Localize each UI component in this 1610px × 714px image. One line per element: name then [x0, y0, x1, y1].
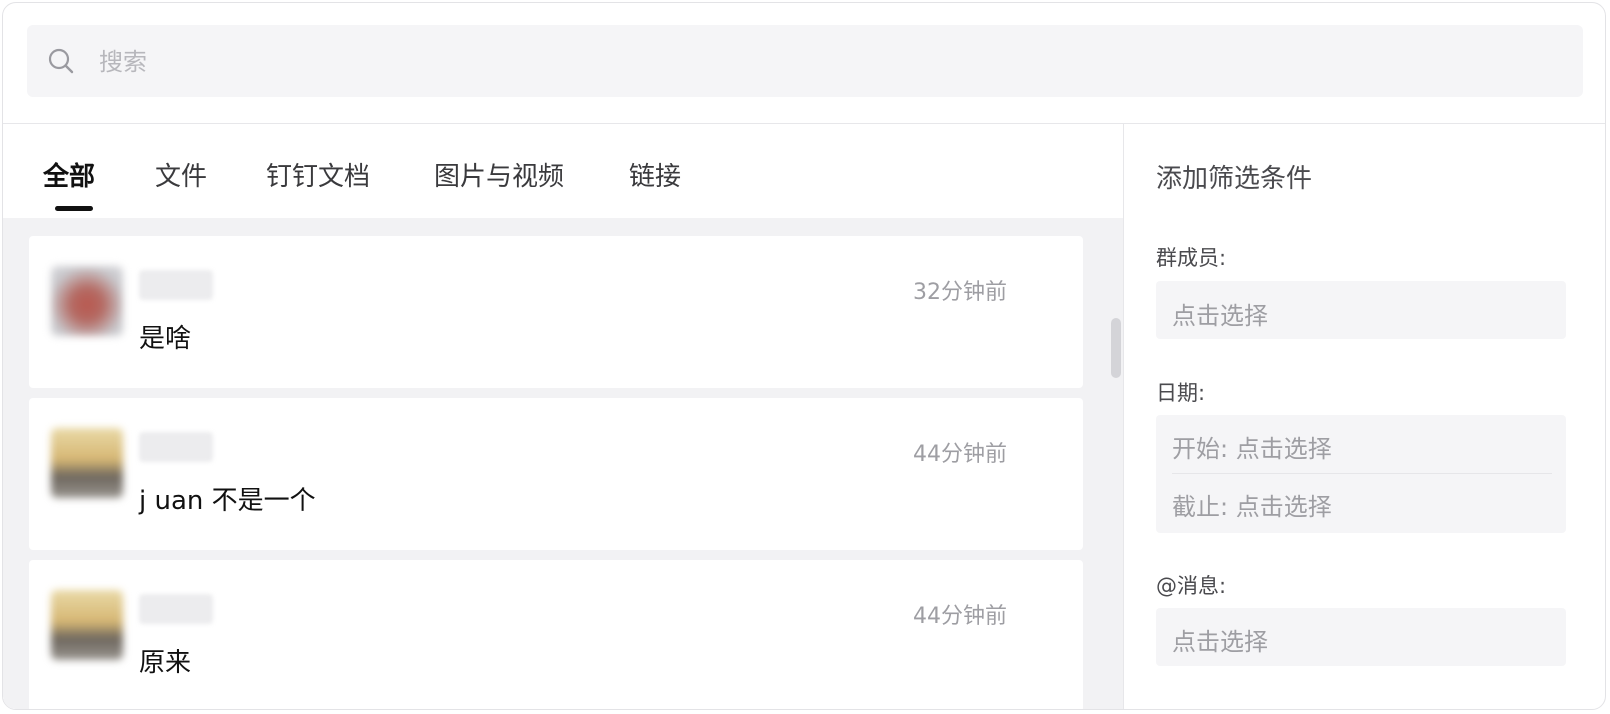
message-time: 32分钟前 — [913, 280, 1007, 305]
members-placeholder: 点击选择 — [1172, 302, 1268, 330]
message-text: 是啥 — [139, 324, 192, 354]
mentions-picker[interactable]: 点击选择 — [1156, 608, 1566, 666]
message-time: 44分钟前 — [913, 604, 1007, 629]
avatar — [51, 590, 123, 660]
tab-images-videos[interactable]: 图片与视频 — [434, 156, 564, 193]
search-icon — [48, 48, 74, 74]
tab-all[interactable]: 全部 — [43, 156, 95, 193]
tab-dingtalk-docs[interactable]: 钉钉文档 — [266, 156, 370, 193]
avatar — [51, 428, 123, 498]
date-range-picker: 开始: 点击选择 截止: 点击选择 — [1156, 415, 1566, 533]
sender-name-redacted — [139, 594, 213, 624]
filter-title: 添加筛选条件 — [1156, 164, 1313, 194]
message-result-item[interactable]: j uan 不是一个 44分钟前 — [29, 398, 1083, 550]
avatar — [51, 266, 123, 336]
message-result-item[interactable]: 是啥 32分钟前 — [29, 236, 1083, 388]
date-divider — [1172, 473, 1552, 474]
search-window: 全部 文件 钉钉文档 图片与视频 链接 是啥 32分钟前 j uan 不是一个 … — [2, 2, 1606, 710]
search-bar[interactable] — [27, 25, 1583, 99]
members-label: 群成员: — [1156, 246, 1227, 270]
active-tab-indicator — [55, 206, 93, 211]
sender-name-redacted — [139, 432, 213, 462]
results-pane: 全部 文件 钉钉文档 图片与视频 链接 是啥 32分钟前 j uan 不是一个 … — [3, 124, 1123, 709]
message-text: j uan 不是一个 — [139, 486, 316, 516]
members-picker[interactable]: 点击选择 — [1156, 281, 1566, 339]
tab-files[interactable]: 文件 — [155, 156, 207, 193]
sender-name-redacted — [139, 270, 213, 300]
end-date-picker[interactable]: 截止: 点击选择 — [1172, 487, 1332, 522]
scrollbar-thumb[interactable] — [1111, 318, 1121, 378]
filter-panel: 添加筛选条件 群成员: 点击选择 日期: 开始: 点击选择 截止: 点击选择 @… — [1124, 124, 1605, 709]
mentions-label: @消息: — [1156, 574, 1227, 598]
message-time: 44分钟前 — [913, 442, 1007, 467]
start-date-picker[interactable]: 开始: 点击选择 — [1172, 429, 1332, 464]
search-input[interactable] — [97, 25, 1561, 99]
category-tabs: 全部 文件 钉钉文档 图片与视频 链接 — [3, 124, 1123, 218]
message-result-item[interactable]: 原来 44分钟前 — [29, 560, 1083, 709]
message-results-list: 是啥 32分钟前 j uan 不是一个 44分钟前 原来 44分钟前 — [3, 218, 1123, 709]
tab-links[interactable]: 链接 — [629, 156, 681, 193]
mentions-placeholder: 点击选择 — [1172, 628, 1268, 656]
message-text: 原来 — [139, 648, 192, 678]
date-label: 日期: — [1156, 381, 1206, 405]
